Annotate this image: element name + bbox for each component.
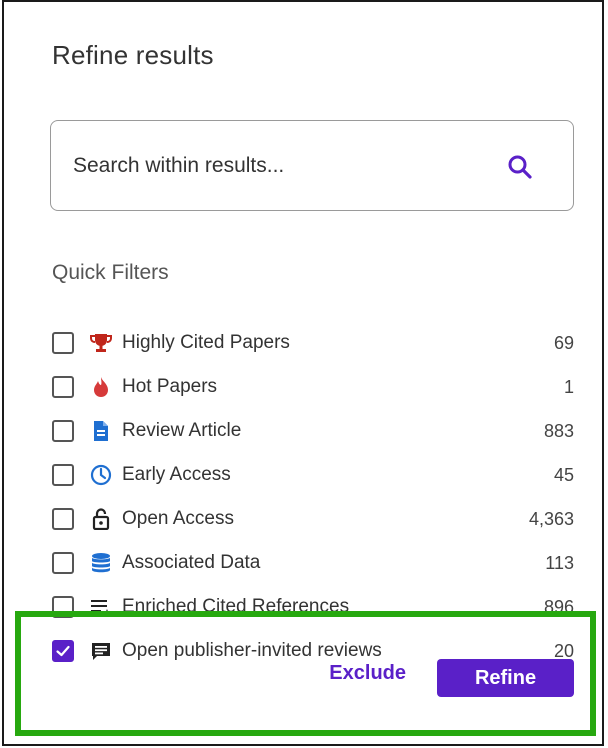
filter-count: 69: [553, 332, 574, 353]
filter-associated-data[interactable]: Associated Data 113: [50, 541, 574, 585]
search-box: [50, 120, 574, 211]
checkbox[interactable]: [52, 332, 74, 354]
trophy-icon: [90, 332, 112, 354]
checkbox[interactable]: [52, 508, 74, 530]
document-icon: [90, 420, 112, 442]
search-icon[interactable]: [507, 154, 533, 180]
filter-count: 883: [543, 420, 574, 441]
checkbox[interactable]: [52, 464, 74, 486]
filter-count: 45: [553, 464, 574, 485]
checkbox[interactable]: [52, 420, 74, 442]
filter-count: 1: [563, 376, 574, 397]
filter-open-access[interactable]: Open Access 4,363: [50, 497, 574, 541]
database-icon: [90, 552, 112, 574]
filter-early-access[interactable]: Early Access 45: [50, 453, 574, 497]
highlight-box: [15, 611, 596, 736]
flame-icon: [90, 376, 112, 398]
filter-label: Highly Cited Papers: [122, 332, 290, 353]
filter-review-article[interactable]: Review Article 883: [50, 409, 574, 453]
quick-filters-heading: Quick Filters: [52, 261, 169, 284]
filter-count: 113: [545, 552, 574, 573]
filter-label: Hot Papers: [122, 376, 218, 397]
filter-highly-cited-papers[interactable]: Highly Cited Papers 69: [50, 321, 574, 365]
checkbox[interactable]: [52, 552, 74, 574]
filter-count: 4,363: [528, 508, 574, 529]
filter-label: Associated Data: [122, 552, 261, 573]
filter-label: Review Article: [122, 420, 242, 441]
panel-title: Refine results: [52, 40, 214, 70]
search-input[interactable]: [71, 152, 475, 179]
clock-icon: [90, 464, 112, 486]
checkbox[interactable]: [52, 376, 74, 398]
filter-label: Open Access: [122, 508, 234, 529]
unlock-icon: [90, 508, 112, 530]
filter-label: Early Access: [122, 464, 231, 485]
filter-hot-papers[interactable]: Hot Papers 1: [50, 365, 574, 409]
